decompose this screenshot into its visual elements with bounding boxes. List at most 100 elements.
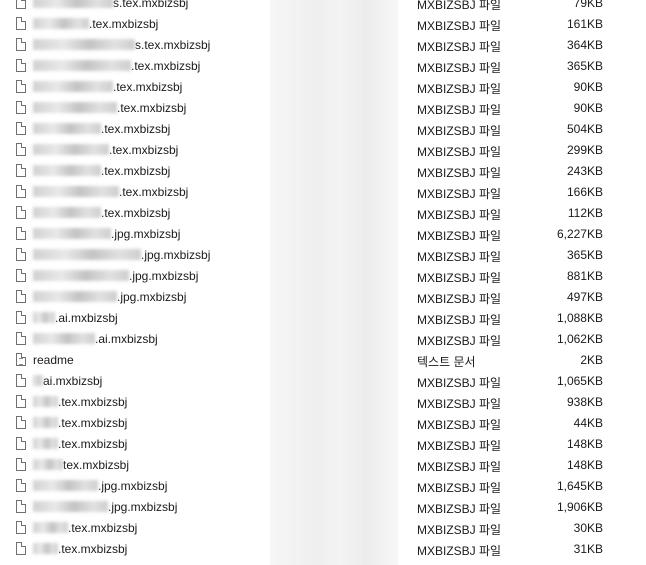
file-type: MXBIZSBJ 파일 [417,523,502,537]
file-row[interactable]: .tex.mxbizsbj MXBIZSBJ 파일 112KB [0,203,646,224]
file-size: 938KB [566,395,603,409]
file-type: MXBIZSBJ 파일 [417,313,502,327]
file-type: MXBIZSBJ 파일 [417,334,502,348]
file-size: 166KB [566,185,603,199]
file-row[interactable]: .ai.mxbizsbj MXBIZSBJ 파일 1,088KB [0,308,646,329]
redacted-filename-blur [33,501,108,512]
file-row[interactable]: .tex.mxbizsbj MXBIZSBJ 파일 365KB [0,56,646,77]
file-size: 148KB [566,437,603,451]
file-row[interactable]: .tex.mxbizsbj MXBIZSBJ 파일 161KB [0,14,646,35]
file-row[interactable]: readme 텍스트 문서 2KB [0,350,646,371]
file-type: MXBIZSBJ 파일 [417,376,502,390]
file-name: .ai.mxbizsbj [33,332,158,346]
file-icon [16,0,26,9]
file-icon [16,311,26,324]
file-name: .ai.mxbizsbj [33,311,118,325]
file-row[interactable]: s.tex.mxbizsbj MXBIZSBJ 파일 364KB [0,35,646,56]
file-row[interactable]: .jpg.mxbizsbj MXBIZSBJ 파일 881KB [0,266,646,287]
file-icon [16,38,26,51]
file-row[interactable]: .tex.mxbizsbj MXBIZSBJ 파일 243KB [0,161,646,182]
file-type: MXBIZSBJ 파일 [417,166,502,180]
file-name: tex.mxbizsbj [33,458,129,472]
redacted-filename-blur [33,228,111,239]
file-size: 881KB [566,269,603,283]
redacted-filename-blur [33,186,119,197]
file-type: MXBIZSBJ 파일 [417,145,502,159]
file-name: .jpg.mxbizsbj [33,248,210,262]
file-size: 365KB [566,248,603,262]
file-size: 6,227KB [556,227,603,241]
file-row[interactable]: .tex.mxbizsbj MXBIZSBJ 파일 148KB [0,434,646,455]
file-name: .tex.mxbizsbj [33,542,127,556]
file-icon [16,479,26,492]
file-name: .tex.mxbizsbj [33,80,182,94]
file-name: .tex.mxbizsbj [33,59,200,73]
file-row[interactable]: .ai.mxbizsbj MXBIZSBJ 파일 1,062KB [0,329,646,350]
file-name: s.tex.mxbizsbj [33,0,188,10]
file-name: .tex.mxbizsbj [33,521,137,535]
file-icon [16,122,26,135]
redacted-filename-blur [33,0,113,8]
file-name-suffix: .tex.mxbizsbj [89,17,159,31]
file-icon [16,332,26,345]
file-size: 1,906KB [556,500,603,514]
file-size: 1,065KB [556,374,603,388]
file-row[interactable]: tex.mxbizsbj MXBIZSBJ 파일 148KB [0,455,646,476]
file-row[interactable]: .tex.mxbizsbj MXBIZSBJ 파일 504KB [0,119,646,140]
file-name: s.tex.mxbizsbj [33,38,210,52]
file-name-suffix: .jpg.mxbizsbj [98,479,168,493]
file-size: 1,088KB [556,311,603,325]
file-type: MXBIZSBJ 파일 [417,397,502,411]
file-row[interactable]: .tex.mxbizsbj MXBIZSBJ 파일 44KB [0,413,646,434]
file-icon [16,437,26,450]
file-size: 1,062KB [556,332,603,346]
file-name-suffix: .tex.mxbizsbj [58,542,128,556]
file-name-suffix: .tex.mxbizsbj [117,101,187,115]
file-row[interactable]: .jpg.mxbizsbj MXBIZSBJ 파일 497KB [0,287,646,308]
file-name-suffix: .tex.mxbizsbj [109,143,179,157]
file-type: MXBIZSBJ 파일 [417,103,502,117]
file-row[interactable]: .tex.mxbizsbj MXBIZSBJ 파일 30KB [0,518,646,539]
file-row[interactable]: ai.mxbizsbj MXBIZSBJ 파일 1,065KB [0,371,646,392]
file-type: MXBIZSBJ 파일 [417,187,502,201]
redacted-filename-blur [33,312,55,323]
file-row[interactable]: .jpg.mxbizsbj MXBIZSBJ 파일 365KB [0,245,646,266]
redacted-filename-blur [33,102,117,113]
file-icon [16,17,26,30]
file-type: MXBIZSBJ 파일 [417,544,502,558]
file-row[interactable]: .tex.mxbizsbj MXBIZSBJ 파일 166KB [0,182,646,203]
file-type: MXBIZSBJ 파일 [417,271,502,285]
file-type: MXBIZSBJ 파일 [417,418,502,432]
file-row[interactable]: .tex.mxbizsbj MXBIZSBJ 파일 31KB [0,539,646,560]
file-type: MXBIZSBJ 파일 [417,250,502,264]
redacted-filename-blur [33,81,113,92]
file-name-suffix: .tex.mxbizsbj [101,164,171,178]
file-icon [16,143,26,156]
file-row[interactable]: .jpg.mxbizsbj MXBIZSBJ 파일 1,645KB [0,476,646,497]
file-row[interactable]: s.tex.mxbizsbj MXBIZSBJ 파일 79KB [0,0,646,14]
redacted-filename-blur [33,144,109,155]
file-row[interactable]: .tex.mxbizsbj MXBIZSBJ 파일 938KB [0,392,646,413]
redacted-filename-blur [33,438,58,449]
redacted-filename-blur [33,417,58,428]
file-row[interactable]: .jpg.mxbizsbj MXBIZSBJ 파일 6,227KB [0,224,646,245]
file-row[interactable]: .tex.mxbizsbj MXBIZSBJ 파일 90KB [0,98,646,119]
file-type: MXBIZSBJ 파일 [417,0,502,12]
file-name-suffix: readme [33,353,74,367]
file-name-suffix: .tex.mxbizsbj [58,416,128,430]
file-size: 112KB [567,206,603,220]
file-icon [16,458,26,471]
file-name: .tex.mxbizsbj [33,206,170,220]
file-type: MXBIZSBJ 파일 [417,124,502,138]
file-size: 148KB [566,458,603,472]
file-name-suffix: .jpg.mxbizsbj [108,500,178,514]
file-icon [16,521,26,534]
file-name-suffix: .jpg.mxbizsbj [141,248,211,262]
file-size: 365KB [566,59,603,73]
file-row[interactable]: .jpg.mxbizsbj MXBIZSBJ 파일 1,906KB [0,497,646,518]
redacted-filename-blur [33,123,101,134]
file-row[interactable]: .tex.mxbizsbj MXBIZSBJ 파일 90KB [0,77,646,98]
file-list: s.tex.mxbizsbj MXBIZSBJ 파일 79KB .tex.mxbizs… [0,0,646,560]
file-row[interactable]: .tex.mxbizsbj MXBIZSBJ 파일 299KB [0,140,646,161]
file-name: .tex.mxbizsbj [33,143,178,157]
